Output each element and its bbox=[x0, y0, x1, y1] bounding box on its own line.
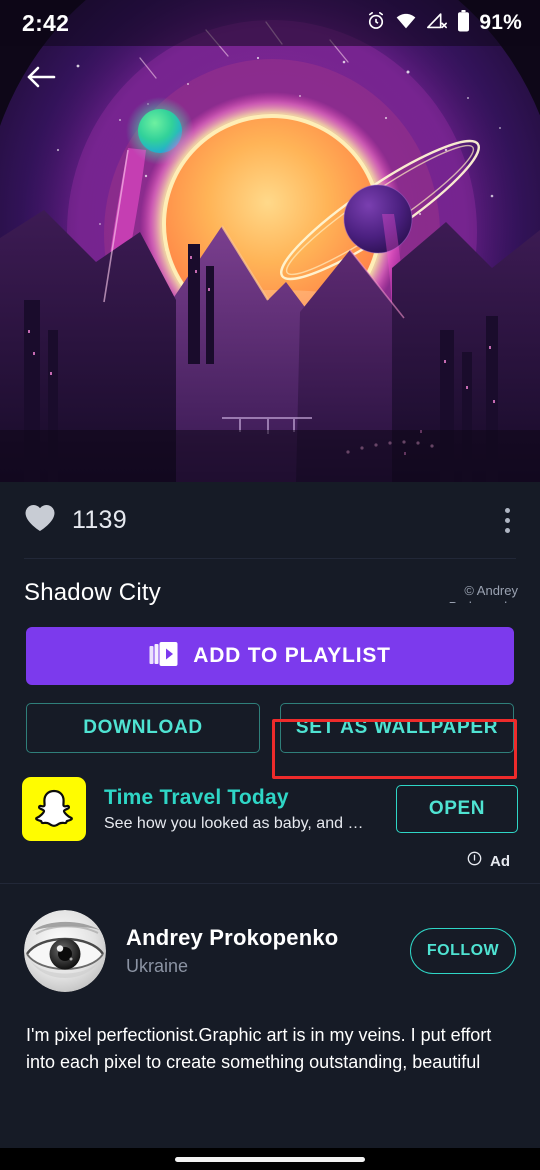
system-navigation-bar bbox=[0, 1148, 540, 1170]
copyright-line-2: Prokopenko bbox=[398, 599, 518, 603]
back-arrow-icon bbox=[26, 64, 56, 95]
ad-info-icon[interactable] bbox=[467, 851, 482, 871]
heart-icon[interactable] bbox=[24, 503, 56, 537]
status-bar-icons: 91% bbox=[366, 9, 522, 37]
ad-open-button[interactable]: OPEN bbox=[396, 785, 518, 833]
wallpaper-preview-image[interactable] bbox=[0, 0, 540, 482]
download-label: DOWNLOAD bbox=[83, 717, 203, 738]
more-vertical-icon[interactable] bbox=[499, 502, 516, 539]
ad-content-row: Time Travel Today See how you looked as … bbox=[22, 777, 518, 841]
status-bar-clock: 2:42 bbox=[22, 9, 70, 36]
ad-open-label: OPEN bbox=[428, 798, 486, 819]
ad-footer: Ad bbox=[22, 851, 518, 871]
battery-percent: 91% bbox=[479, 11, 522, 34]
follow-button[interactable]: FOLLOW bbox=[410, 928, 516, 974]
no-sim-signal-icon bbox=[426, 12, 448, 35]
ad-label: Ad bbox=[490, 852, 510, 870]
artist-text-block: Andrey Prokopenko Ukraine bbox=[126, 925, 390, 977]
ad-title: Time Travel Today bbox=[104, 785, 289, 809]
add-to-playlist-button[interactable]: ADD TO PLAYLIST bbox=[26, 627, 514, 685]
set-as-wallpaper-label: SET AS WALLPAPER bbox=[295, 717, 499, 738]
back-button[interactable] bbox=[18, 56, 64, 102]
like-group[interactable]: 1139 bbox=[24, 503, 127, 537]
follow-label: FOLLOW bbox=[426, 942, 500, 959]
home-gesture-pill[interactable] bbox=[175, 1156, 365, 1162]
artist-name: Andrey Prokopenko bbox=[126, 925, 339, 950]
secondary-actions-row: DOWNLOAD SET AS WALLPAPER bbox=[26, 703, 514, 753]
copyright-line-1: © Andrey bbox=[464, 583, 518, 598]
wallpaper-detail-screen: 2:42 91% 1139 Shadow City © Andrey ADD T… bbox=[0, 0, 540, 1170]
like-count: 1139 bbox=[72, 505, 127, 534]
engagement-row: 1139 bbox=[0, 482, 540, 558]
playlist-add-icon bbox=[149, 641, 179, 672]
artist-row[interactable]: Andrey Prokopenko Ukraine FOLLOW bbox=[0, 884, 540, 992]
artist-avatar-eye-photo[interactable] bbox=[24, 910, 106, 992]
set-as-wallpaper-button[interactable]: SET AS WALLPAPER bbox=[280, 703, 514, 753]
copyright-credit: © Andrey Prokopenko bbox=[398, 583, 518, 603]
add-to-playlist-label: ADD TO PLAYLIST bbox=[193, 644, 391, 667]
wifi-icon bbox=[395, 12, 417, 35]
ad-description: See how you looked as baby, and how y… bbox=[104, 814, 364, 832]
artist-bio: I'm pixel perfectionist.Graphic art is i… bbox=[26, 1025, 492, 1072]
snapchat-ghost-icon bbox=[22, 777, 86, 841]
ad-banner[interactable]: Time Travel Today See how you looked as … bbox=[0, 777, 540, 871]
title-row: Shadow City © Andrey Prokopenko bbox=[0, 559, 540, 621]
details-panel: 1139 Shadow City © Andrey Prokopenko bbox=[0, 482, 540, 1148]
download-button[interactable]: DOWNLOAD bbox=[26, 703, 260, 753]
alarm-clock-icon bbox=[366, 11, 386, 36]
battery-icon bbox=[457, 9, 470, 37]
artist-location: Ukraine bbox=[126, 956, 189, 976]
ad-text-block: Time Travel Today See how you looked as … bbox=[104, 786, 378, 833]
status-bar: 2:42 91% bbox=[0, 0, 540, 46]
